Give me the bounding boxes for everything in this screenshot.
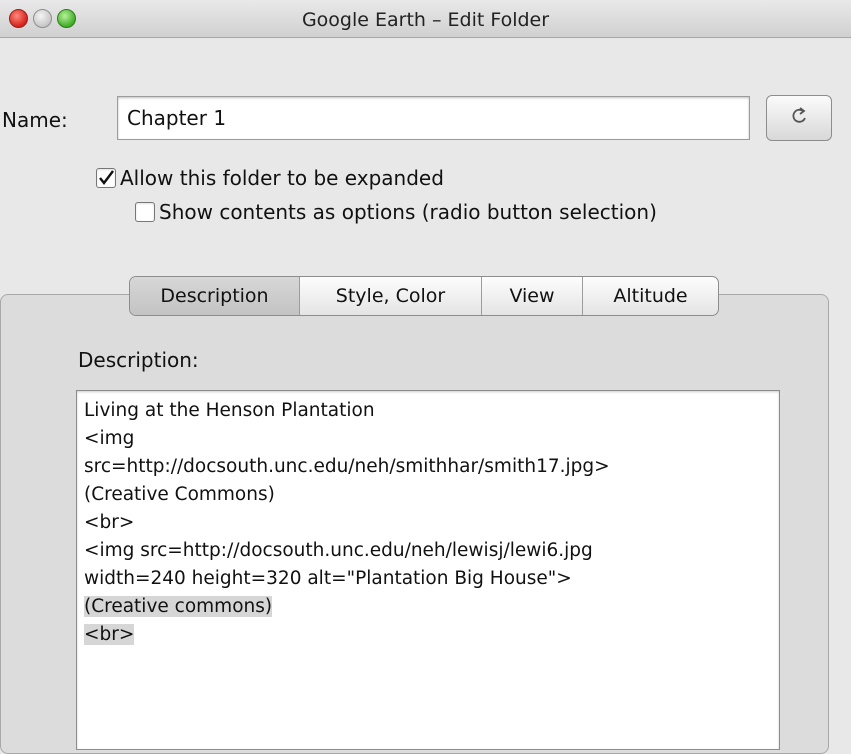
text-line-selected: <br> [84,624,135,645]
window-title: Google Earth – Edit Folder [301,9,550,31]
refresh-arrow-icon [788,105,810,131]
text-line: <img src=http://docsouth.unc.edu/neh/lew… [84,540,593,561]
text-line: (Creative Commons) [84,484,275,505]
text-line: width=240 height=320 alt="Plantation Big… [84,568,572,589]
tab-view[interactable]: View [482,277,583,315]
allow-expand-checkbox[interactable] [96,168,116,188]
checkmark-icon [99,170,114,185]
allow-expand-option[interactable]: Allow this folder to be expanded [96,166,444,190]
show-as-options-checkbox[interactable] [135,202,155,222]
tab-bar: Description Style, Color View Altitude [129,276,719,316]
name-action-button[interactable] [766,95,832,141]
show-as-options-option[interactable]: Show contents as options (radio button s… [135,200,657,224]
name-input[interactable] [117,96,750,140]
text-line: <br> [84,512,135,533]
description-textarea[interactable]: Living at the Henson Plantation <img src… [76,390,780,750]
allow-expand-label: Allow this folder to be expanded [120,166,444,190]
show-as-options-label: Show contents as options (radio button s… [159,200,657,224]
tab-altitude[interactable]: Altitude [583,277,718,315]
title-bar: Google Earth – Edit Folder [0,0,851,38]
text-line: <img [84,428,135,449]
text-line: src=http://docsouth.unc.edu/neh/smithhar… [84,456,610,477]
description-label: Description: [78,348,199,372]
tab-description[interactable]: Description [130,277,300,315]
name-label: Name: [2,108,68,132]
text-line: Living at the Henson Plantation [84,400,375,421]
text-line-selected: (Creative commons) [84,596,273,617]
tab-style-color[interactable]: Style, Color [300,277,482,315]
